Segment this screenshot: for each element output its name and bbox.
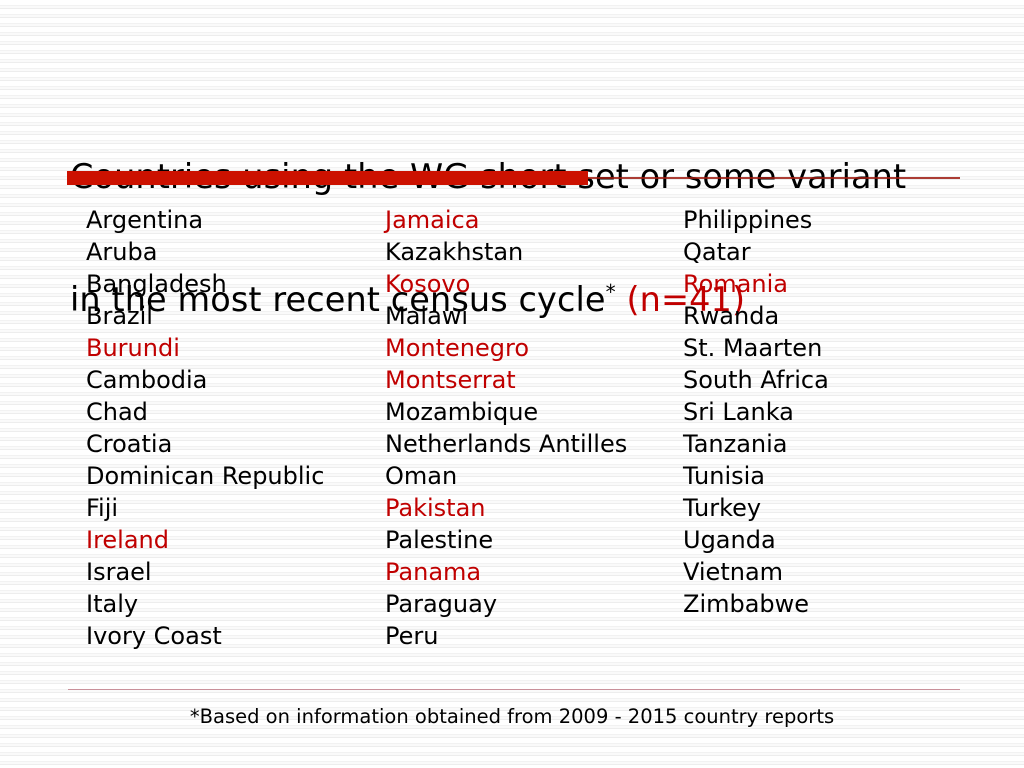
country-item: Palestine: [385, 526, 494, 554]
country-item: Philippines: [683, 206, 813, 234]
country-item: Ivory Coast: [86, 622, 222, 650]
country-item: Romania: [683, 270, 788, 298]
footnote-divider: [68, 689, 960, 690]
country-item: Netherlands Antilles: [385, 430, 628, 458]
country-item: Israel: [86, 558, 152, 586]
country-item: Fiji: [86, 494, 119, 522]
country-item: Tunisia: [683, 462, 765, 490]
country-item: Ireland: [86, 526, 170, 554]
country-item: South Africa: [683, 366, 829, 394]
country-item: Chad: [86, 398, 148, 426]
country-item: Rwanda: [683, 302, 780, 330]
country-item: Brazil: [86, 302, 153, 330]
country-item: Italy: [86, 590, 139, 618]
country-item: Panama: [385, 558, 482, 586]
country-item: Mozambique: [385, 398, 539, 426]
country-item: Malawi: [385, 302, 469, 330]
country-item: Turkey: [683, 494, 762, 522]
country-item: Kazakhstan: [385, 238, 524, 266]
country-item: Argentina: [86, 206, 204, 234]
slide-canvas: Countries using the WG short set or some…: [0, 0, 1024, 768]
country-item: Montenegro: [385, 334, 530, 362]
country-item: Montserrat: [385, 366, 516, 394]
country-column-3: Philippines Qatar Romania Rwanda St. Maarten…: [683, 204, 1013, 620]
country-item: Sri Lanka: [683, 398, 794, 426]
title-divider-bar: [67, 171, 588, 185]
country-item: Croatia: [86, 430, 173, 458]
country-item: Vietnam: [683, 558, 784, 586]
country-item: St. Maarten: [683, 334, 823, 362]
country-list: Argentina Aruba Bangladesh Brazil Burundi Cam…: [0, 204, 1024, 654]
country-item: Uganda: [683, 526, 776, 554]
footnote-text: *Based on information obtained from 2009…: [189, 705, 835, 728]
country-item: Cambodia: [86, 366, 208, 394]
country-item: Paraguay: [385, 590, 498, 618]
country-item: Oman: [385, 462, 458, 490]
country-item: Aruba: [86, 238, 158, 266]
country-column-2: Jamaica Kazakhstan Kosovo Malawi Montenegro M…: [385, 204, 685, 652]
country-item: Zimbabwe: [683, 590, 810, 618]
country-item: Peru: [385, 622, 439, 650]
country-item: Qatar: [683, 238, 751, 266]
country-item: Jamaica: [385, 206, 480, 234]
country-item: Dominican Republic: [86, 462, 325, 490]
country-item: Bangladesh: [86, 270, 227, 298]
country-item: Burundi: [86, 334, 180, 362]
country-item: Tanzania: [683, 430, 788, 458]
country-item: Kosovo: [385, 270, 471, 298]
country-item: Pakistan: [385, 494, 486, 522]
country-column-1: Argentina Aruba Bangladesh Brazil Burundi Cam…: [86, 204, 386, 652]
